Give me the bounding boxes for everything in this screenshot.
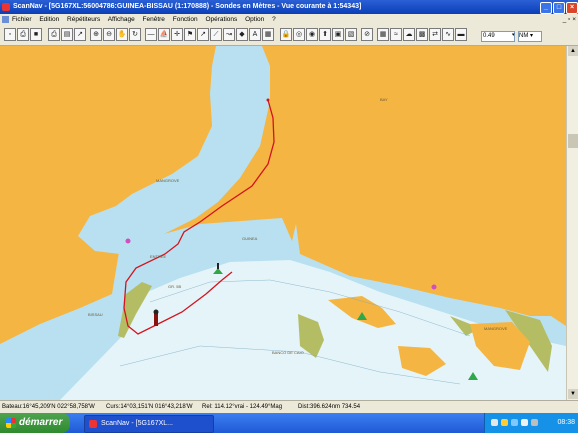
chevron-down-icon[interactable]: ▾ [512,32,515,38]
clock: 08:38 [557,419,575,426]
tray-icon[interactable] [501,419,508,426]
route-icon[interactable]: ↗ [74,28,86,41]
window-title: ScanNav - [5G167XL:56004786:GUINEA-BISSA… [13,3,362,10]
distance-readout: Dist:396.624nm 734.54 [298,404,361,410]
map-label: GUINEA [242,236,258,241]
menu-fenetre[interactable]: Fenêtre [143,16,165,23]
system-tray: 08:38 [484,413,578,433]
minimize-button[interactable]: _ [540,2,552,14]
text-tool-icon[interactable]: A [249,28,261,41]
cursor-position: Curs:14°03,151'N 016°43,218'W [106,404,193,410]
printer-icon[interactable]: ⎙ [48,28,60,41]
center-icon[interactable]: ◉ [306,28,318,41]
scroll-up-icon[interactable]: ▲ [568,46,578,56]
nautical-chart[interactable]: BAY MANGROVE GUINEA GR. 5B BISSAU ENTREE… [0,46,566,400]
menu-help[interactable]: ? [272,16,276,23]
menu-fichier[interactable]: Fichier [12,16,32,23]
sea-icon[interactable]: ∿ [442,28,454,41]
map-label: BAY [380,97,388,102]
chart-view[interactable]: BAY MANGROVE GUINEA GR. 5B BISSAU ENTREE… [0,46,566,400]
vertical-scrollbar[interactable]: ▲ ▼ [566,46,578,400]
menu-bar: Fichier Edition Répétiteurs Affichage Fe… [0,14,578,25]
vessel-marker[interactable] [153,309,159,327]
tray-icon[interactable] [521,419,528,426]
new-icon[interactable]: ▫ [4,28,16,41]
layers-icon[interactable]: ▦ [262,28,274,41]
tide-icon[interactable]: ≈ [390,28,402,41]
document-window-controls[interactable]: _ ▫ × [563,14,576,25]
zoom-in-icon[interactable]: ⊕ [90,28,102,41]
overlay-icon[interactable]: ▧ [345,28,357,41]
scroll-thumb[interactable] [568,134,578,148]
anchor-icon [125,238,131,244]
start-button[interactable]: démarrer [0,413,70,433]
maximize-button[interactable]: □ [553,2,565,14]
crosshair-icon[interactable]: ✛ [171,28,183,41]
map-label: BISSAU [88,312,103,317]
measure-icon[interactable]: ⟋ [210,28,222,41]
anchor-icon [431,284,437,290]
grib-icon[interactable]: ▩ [416,28,428,41]
map-label: BANCO DE CAIO [272,350,304,355]
map-label: MANGROVE [484,326,508,331]
palette-icon[interactable]: ▬ [455,28,467,41]
north-up-icon[interactable]: ⬆ [319,28,331,41]
chart-select-icon[interactable]: ▣ [332,28,344,41]
waypoint-icon[interactable]: ◆ [236,28,248,41]
document-icon [2,16,9,23]
weather-icon[interactable]: ☁ [403,28,415,41]
save-icon[interactable]: ■ [30,28,42,41]
stop-icon[interactable]: ⊘ [361,28,373,41]
app-icon [2,3,10,11]
menu-repetiteurs[interactable]: Répétiteurs [67,16,100,23]
toolbar: ▫ ⎙ ■ ⎙ ▤ ↗ ⊕ ⊖ ✋ ↻ — ⛵ ✛ ⚑ ↗ ⟋ ↝ ◆ A ▦ … [0,25,578,46]
volume-icon[interactable] [511,419,518,426]
line-icon[interactable]: — [145,28,157,41]
mark-icon[interactable]: ⚑ [184,28,196,41]
scroll-down-icon[interactable]: ▼ [568,389,578,399]
pan-icon[interactable]: ✋ [116,28,128,41]
tray-icon[interactable] [531,419,538,426]
windows-logo-icon [6,418,16,428]
route-start-marker[interactable] [266,98,270,102]
menu-edition[interactable]: Edition [39,16,59,23]
taskbar: démarrer ScanNav - [5G167XL... 08:38 [0,413,578,433]
title-bar: ScanNav - [5G167XL:56004786:GUINEA-BISSA… [0,0,578,14]
preview-icon[interactable]: ▤ [61,28,73,41]
close-button[interactable]: × [566,2,578,14]
app-icon [89,420,97,428]
status-bar: Bateau:16°45,209'N 022°58,758'W Curs:14°… [0,400,578,413]
draw-route-icon[interactable]: ↗ [197,28,209,41]
refresh-icon[interactable]: ↻ [129,28,141,41]
gps-icon[interactable]: ◎ [293,28,305,41]
boat-icon[interactable]: ⛵ [158,28,170,41]
boat-position: Bateau:16°45,209'N 022°58,758'W [2,404,95,410]
lock-icon[interactable]: 🔒 [280,28,292,41]
grid-icon[interactable]: ▦ [377,28,389,41]
menu-fonction[interactable]: Fonction [173,16,198,23]
taskbar-item-scannav[interactable]: ScanNav - [5G167XL... [84,415,214,433]
bearing-readout: Rel: 114.12°vrai - 124.49°Mag [202,404,283,410]
current-icon[interactable]: ⇄ [429,28,441,41]
zoom-out-icon[interactable]: ⊖ [103,28,115,41]
unit-select[interactable]: NM ▾ [518,31,542,42]
map-label: ENTREE [150,254,167,259]
menu-affichage[interactable]: Affichage [108,16,135,23]
menu-operations[interactable]: Opérations [205,16,237,23]
map-label: MANGROVE [156,178,180,183]
map-label: GR. 5B [168,284,181,289]
track-icon[interactable]: ↝ [223,28,235,41]
network-icon[interactable] [491,419,498,426]
menu-option[interactable]: Option [245,16,264,23]
print-icon[interactable]: ⎙ [17,28,29,41]
scale-input[interactable] [481,31,515,42]
